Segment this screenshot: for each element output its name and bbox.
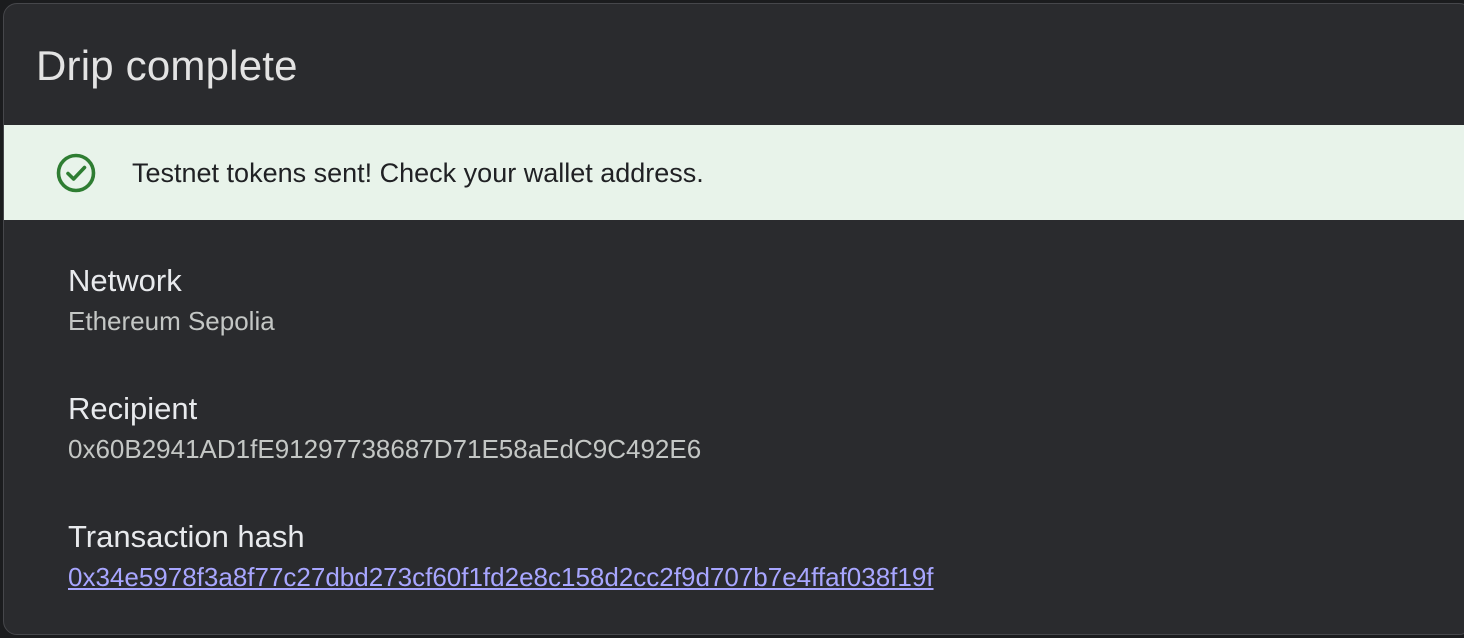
dialog-title: Drip complete bbox=[36, 42, 298, 89]
network-field: Network Ethereum Sepolia bbox=[68, 263, 275, 337]
transaction-hash-label: Transaction hash bbox=[68, 519, 305, 554]
success-message: Testnet tokens sent! Check your wallet a… bbox=[132, 158, 704, 188]
transaction-hash-field: Transaction hash 0x34e5978f3a8f77c27dbd2… bbox=[68, 519, 934, 593]
network-value: Ethereum Sepolia bbox=[68, 306, 275, 336]
drip-complete-dialog: Drip complete Testnet tokens sent! Check… bbox=[3, 3, 1464, 635]
network-label: Network bbox=[68, 263, 182, 298]
recipient-address: 0x60B2941AD1fE91297738687D71E58aEdC9C492… bbox=[68, 434, 702, 464]
recipient-field: Recipient 0x60B2941AD1fE91297738687D71E5… bbox=[68, 391, 701, 465]
check-circle-icon bbox=[56, 153, 96, 193]
transaction-hash-link[interactable]: 0x34e5978f3a8f77c27dbd273cf60f1fd2e8c158… bbox=[68, 561, 934, 593]
recipient-label: Recipient bbox=[68, 391, 198, 426]
success-banner: Testnet tokens sent! Check your wallet a… bbox=[4, 125, 1464, 220]
